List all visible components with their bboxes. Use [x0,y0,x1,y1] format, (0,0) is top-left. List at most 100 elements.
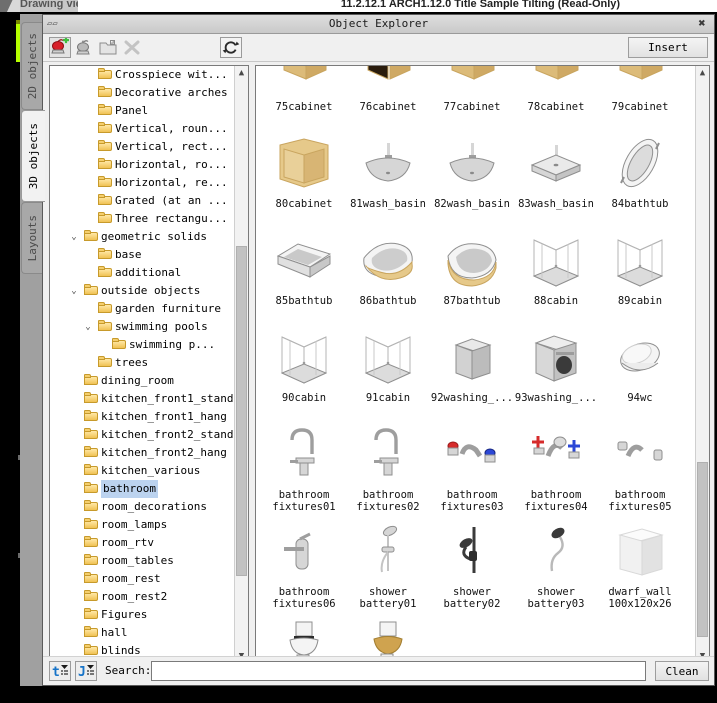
thumbnail-cell[interactable]: 83wash_basin [514,129,598,211]
thumbnail-cell[interactable]: 78cabinet [514,66,598,114]
thumbnail-cell[interactable]: 88cabin [514,226,598,308]
tree-scrollbar[interactable]: ▲ ▼ [234,66,248,664]
grid-scrollbar[interactable]: ▲ ▼ [695,66,709,664]
tree-item[interactable]: additional [50,264,234,282]
thumbnail-image[interactable] [438,420,506,488]
thumbnail-image[interactable] [522,517,590,585]
tree-item[interactable]: Grated (at an ... [50,192,234,210]
thumbnail-cell[interactable]: 84bathtub [598,129,682,211]
thumbnail-cell[interactable]: 89cabin [598,226,682,308]
thumbnail-image[interactable] [354,517,422,585]
thumbnail-image[interactable] [438,323,506,391]
thumbnail-image[interactable] [270,420,338,488]
thumbnail-cell[interactable]: 85bathtub [262,226,346,308]
thumbnail-image[interactable] [522,420,590,488]
grid-scrollbar-thumb[interactable] [697,462,708,637]
thumbnail-cell[interactable]: 75cabinet [262,66,346,114]
thumbnail-image[interactable] [606,226,674,294]
app-tab-1[interactable]: 11.2.12.1 ARCH1.12.0 Title Sample Tiltin… [78,0,717,12]
thumbnail-cell[interactable]: 82wash_basin [430,129,514,211]
window-title-bar[interactable]: ▱▱ Object Explorer ✖ [43,15,714,34]
rail-tab-2d-objects[interactable]: 2D objects [21,22,43,110]
tree-scrollbar-thumb[interactable] [236,246,247,576]
tree-item[interactable]: room_rest2 [50,588,234,606]
thumbnail-image[interactable] [354,129,422,197]
thumbnail-image[interactable] [354,226,422,294]
tree-item[interactable]: bathroom [50,480,234,498]
thumbnail-image[interactable] [438,66,506,100]
thumbnail-cell[interactable]: 91cabin [346,323,430,405]
object-thumbnail-grid[interactable]: 75cabinet 76cabinet 77cabinet 78cabinet 79ca… [255,65,710,665]
thumbnail-cell[interactable]: 81wash_basin [346,129,430,211]
tree-item[interactable]: Horizontal, re... [50,174,234,192]
tree-item[interactable]: kitchen_front2_hang [50,444,234,462]
thumbnail-image[interactable] [270,129,338,197]
thumbnail-cell[interactable]: bathroom fixtures06 [262,517,346,610]
refresh-button[interactable] [220,37,242,58]
thumbnail-image[interactable] [354,323,422,391]
thumbnail-image[interactable] [606,129,674,197]
thumbnail-cell[interactable]: shower battery01 [346,517,430,610]
chevron-down-icon[interactable]: ⌄ [68,228,80,246]
thumbnail-image[interactable] [522,226,590,294]
clean-button[interactable]: Clean [655,661,709,681]
thumbnail-image[interactable] [270,517,338,585]
chevron-down-icon[interactable]: ⌄ [82,318,94,336]
search-input[interactable] [152,662,645,680]
thumbnail-cell[interactable]: 87bathtub [430,226,514,308]
thumbnail-image[interactable] [606,323,674,391]
tree-item[interactable]: hall [50,624,234,642]
tree-item[interactable]: room_tables [50,552,234,570]
tree-item[interactable]: kitchen_various [50,462,234,480]
thumbnail-cell[interactable]: 80cabinet [262,129,346,211]
tree-item[interactable]: kitchen_front1_stand [50,390,234,408]
thumbnail-cell[interactable]: 94wc [598,323,682,405]
collapse-all-button[interactable]: J [75,661,97,681]
thumbnail-image[interactable] [438,226,506,294]
tree-item[interactable]: ⌄ geometric solids [50,228,234,246]
insert-button[interactable]: Insert [628,37,708,58]
tree-item[interactable]: Vertical, rect... [50,138,234,156]
thumbnail-cell[interactable]: 76cabinet [346,66,430,114]
tree-item[interactable]: swimming p... [50,336,234,354]
thumbnail-image[interactable] [270,323,338,391]
tree-item[interactable]: Crosspiece wit... [50,66,234,84]
thumbnail-image[interactable] [354,66,422,100]
thumbnail-cell[interactable]: 77cabinet [430,66,514,114]
thumbnail-image[interactable] [270,66,338,100]
thumbnail-cell[interactable]: 93washing_... [514,323,598,405]
tree-item[interactable]: Decorative arches [50,84,234,102]
chevron-down-icon[interactable]: ⌄ [68,282,80,300]
thumbnail-cell[interactable]: 90cabin [262,323,346,405]
thumbnail-cell[interactable]: bathroom fixtures02 [346,420,430,513]
tree-item[interactable]: Horizontal, ro... [50,156,234,174]
thumbnail-image[interactable] [606,420,674,488]
new-folder-button[interactable] [97,37,119,58]
rail-tab-3d-objects[interactable]: 3D objects [21,110,45,202]
thumbnail-cell[interactable]: bathroom fixtures03 [430,420,514,513]
tree-item[interactable]: Three rectangu... [50,210,234,228]
thumbnail-image[interactable] [354,420,422,488]
tree-item[interactable]: room_decorations [50,498,234,516]
thumbnail-image[interactable] [606,66,674,100]
thumbnail-image[interactable] [522,129,590,197]
tree-item[interactable]: trees [50,354,234,372]
expand-all-button[interactable]: t [49,661,71,681]
tree-item[interactable]: dining_room [50,372,234,390]
tree-item[interactable]: Vertical, roun... [50,120,234,138]
tree-item[interactable]: kitchen_front2_stand [50,426,234,444]
rail-tab-layouts[interactable]: Layouts [21,202,43,274]
thumbnail-image[interactable] [606,517,674,585]
thumbnail-cell[interactable]: shower battery02 [430,517,514,610]
thumbnail-image[interactable] [522,323,590,391]
tree-item[interactable]: room_rtv [50,534,234,552]
edit-object-button[interactable] [73,37,95,58]
thumbnail-image[interactable] [438,517,506,585]
thumbnail-cell[interactable]: bathroom fixtures01 [262,420,346,513]
tree-item[interactable]: room_lamps [50,516,234,534]
tree-item[interactable]: ⌄ outside objects [50,282,234,300]
thumbnail-cell[interactable]: shower battery03 [514,517,598,610]
folder-tree[interactable]: Crosspiece wit... Decorative arches Panel V… [49,65,249,665]
app-tab-0[interactable]: Drawing view [20,0,78,12]
tree-item[interactable]: Panel [50,102,234,120]
